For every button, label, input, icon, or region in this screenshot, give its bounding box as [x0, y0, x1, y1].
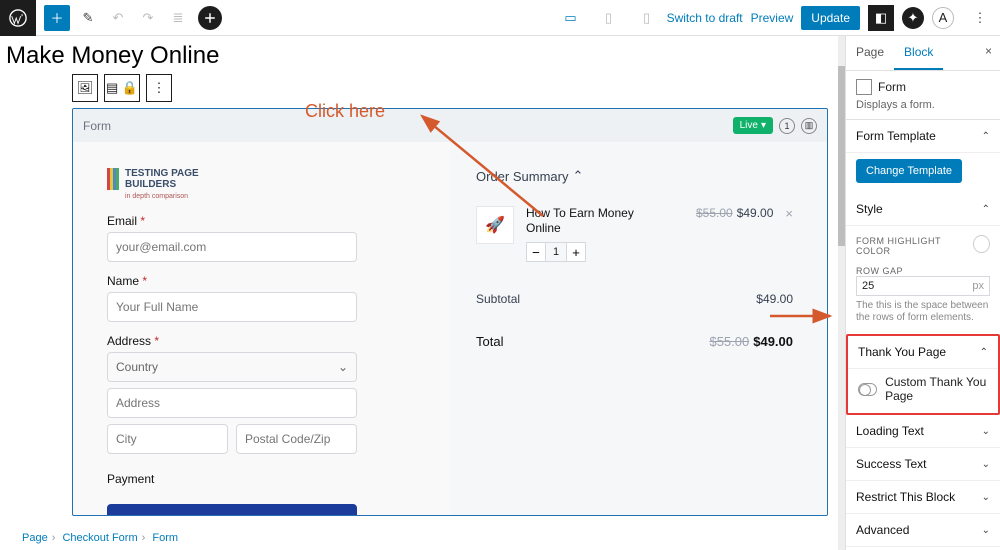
layout-toggle-icon[interactable]: ▥ [801, 118, 817, 134]
name-input[interactable] [107, 292, 357, 322]
section-advanced[interactable]: Advanced⌄ [846, 514, 1000, 547]
custom-thank-you-toggle[interactable] [858, 383, 877, 396]
jetpack-icon[interactable]: ✦ [902, 7, 924, 29]
city-input[interactable] [107, 424, 228, 454]
block-tool-image[interactable]: 🖼 [72, 74, 98, 102]
preview-link[interactable]: Preview [751, 11, 794, 25]
more-menu-icon[interactable]: ⋮ [968, 6, 992, 30]
order-product-row: 🚀 How To Earn Money Online − 1 + $55.00 $… [476, 206, 793, 262]
block-type-name: Form [878, 80, 906, 94]
country-select[interactable]: Country⌄ [107, 352, 357, 382]
edit-mode-icon[interactable]: ✎ [76, 6, 100, 30]
remove-product-icon[interactable]: × [785, 206, 793, 221]
chevron-down-icon: ⌄ [982, 459, 990, 470]
block-type-desc: Displays a form. [856, 99, 990, 111]
close-sidebar-icon[interactable]: × [977, 36, 1000, 70]
block-type-icon [856, 79, 872, 95]
custom-thank-you-label: Custom Thank You Page [885, 375, 988, 403]
highlight-color-swatch[interactable] [973, 235, 990, 253]
crumb-page[interactable]: Page [22, 532, 48, 544]
mobile-preview-icon[interactable]: ▯ [635, 6, 659, 30]
crumb-checkout[interactable]: Checkout Form [62, 532, 137, 544]
form-block[interactable]: Form Live ▾ 1 ▥ TESTING PAGEBUILDERSin d… [72, 108, 828, 516]
chevron-up-icon: ⌃ [982, 131, 990, 142]
product-price: $49.00 [737, 206, 774, 220]
total-row: Total$55.00$49.00 [476, 334, 793, 349]
chevron-up-icon: ⌃ [572, 168, 583, 184]
chevron-down-icon: ⌄ [982, 525, 990, 536]
wp-logo[interactable] [0, 0, 36, 36]
canvas-scrollbar[interactable] [838, 36, 845, 550]
rowgap-input[interactable]: 25px [856, 276, 990, 296]
product-old-price: $55.00 [696, 206, 733, 220]
chevron-down-icon: ⌄ [338, 360, 348, 374]
block-settings-sidebar: Page Block × Form Displays a form. Form … [845, 36, 1000, 550]
switch-to-draft-link[interactable]: Switch to draft [667, 11, 743, 25]
live-badge[interactable]: Live ▾ [733, 117, 773, 134]
settings-panel-icon[interactable]: ◧ [868, 5, 894, 31]
block-tool-lock[interactable]: ▤ 🔒 [104, 74, 140, 102]
tablet-preview-icon[interactable]: ▯ [597, 6, 621, 30]
name-label: Name * [107, 274, 416, 288]
chevron-down-icon: ⌄ [982, 426, 990, 437]
payment-label: Payment [107, 472, 416, 486]
section-loading-text[interactable]: Loading Text⌄ [846, 415, 1000, 448]
tab-page[interactable]: Page [846, 36, 894, 70]
address-label: Address * [107, 334, 416, 348]
chevron-down-icon: ⌄ [982, 492, 990, 503]
email-label: Email * [107, 214, 416, 228]
user-avatar-icon[interactable]: A [932, 7, 954, 29]
add-block-button[interactable]: ＋ [44, 5, 70, 31]
section-success-text[interactable]: Success Text⌄ [846, 448, 1000, 481]
section-form-template[interactable]: Form Template⌃ [846, 120, 1000, 153]
change-template-button[interactable]: Change Template [856, 159, 962, 183]
page-title[interactable]: Make Money Online [0, 36, 838, 70]
address-input[interactable] [107, 388, 357, 418]
crumb-form[interactable]: Form [152, 532, 178, 544]
highlight-color-label: FORM HIGHLIGHT COLOR [856, 236, 973, 256]
qty-plus-button[interactable]: + [566, 242, 586, 262]
product-thumbnail: 🚀 [476, 206, 514, 244]
subtotal-row: Subtotal$49.00 [476, 292, 793, 306]
undo-icon[interactable]: ↶ [106, 6, 130, 30]
lock-icon: 🔒 [174, 515, 189, 516]
product-name: How To Earn Money Online [526, 206, 666, 236]
rowgap-label: ROW GAP [856, 266, 990, 276]
desktop-preview-icon[interactable]: ▭ [559, 6, 583, 30]
form-block-label: Form [83, 119, 111, 133]
chevron-up-icon: ⌃ [982, 204, 990, 215]
redo-icon[interactable]: ↷ [136, 6, 160, 30]
brand-logo: TESTING PAGEBUILDERSin depth comparison [107, 168, 416, 202]
section-restrict-block[interactable]: Restrict This Block⌄ [846, 481, 1000, 514]
postal-input[interactable] [236, 424, 357, 454]
rowgap-hint: The this is the space between the rows o… [856, 300, 990, 324]
brand-icon[interactable] [198, 6, 222, 30]
chevron-up-icon: ⌃ [980, 347, 988, 358]
email-input[interactable] [107, 232, 357, 262]
section-style[interactable]: Style⌃ [846, 193, 1000, 226]
order-summary-header[interactable]: Order Summary ⌃ [476, 168, 793, 184]
layout-indicator-1[interactable]: 1 [779, 118, 795, 134]
block-tool-more[interactable]: ⋮ [146, 74, 172, 102]
section-thank-you[interactable]: Thank You Page⌃ [848, 336, 998, 369]
update-button[interactable]: Update [801, 6, 860, 30]
qty-minus-button[interactable]: − [526, 242, 546, 262]
qty-value: 1 [546, 242, 566, 262]
breadcrumb: Page› Checkout Form› Form [22, 532, 178, 544]
tab-block[interactable]: Block [894, 36, 943, 70]
purchase-button[interactable]: 🔒Purchase $49.00 [107, 504, 357, 516]
info-icon[interactable]: ≣ [166, 6, 190, 30]
